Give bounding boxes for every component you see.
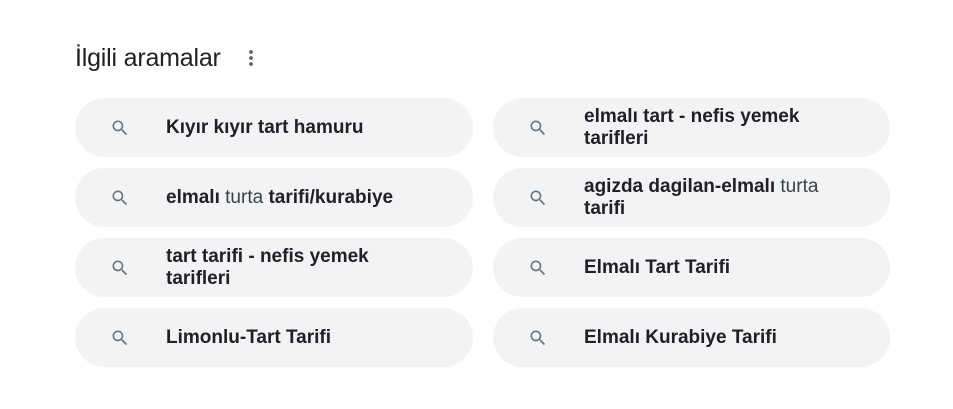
label-bold-text: elmalı <box>166 186 226 208</box>
related-search-chip[interactable]: Elmalı Tart Tarifi <box>493 238 890 297</box>
label-bold-text: tarifi <box>584 197 626 219</box>
related-searches-section: İlgili aramalar Kıyır kıyır tart hamuru e… <box>0 0 953 409</box>
search-icon <box>110 258 130 278</box>
search-icon <box>528 118 548 138</box>
related-search-chip[interactable]: agizda dagilan-elmalı turta tarifi <box>493 168 890 227</box>
related-search-label: agizda dagilan-elmalı turta tarifi <box>584 176 890 220</box>
search-icon <box>110 188 130 208</box>
label-bold-text: elmalı tart - nefis yemek tarifleri <box>584 105 800 149</box>
search-icon <box>528 328 548 348</box>
label-bold-text: Elmalı Tart Tarifi <box>584 256 731 278</box>
related-search-chip[interactable]: Elmalı Kurabiye Tarifi <box>493 308 890 367</box>
related-search-chip[interactable]: Limonlu-Tart Tarifi <box>75 308 473 367</box>
label-plain-text: turta <box>780 175 819 197</box>
label-bold-text: tarifi/kurabiye <box>268 186 394 208</box>
related-search-label: Limonlu-Tart Tarifi <box>166 327 371 349</box>
label-bold-text: tart tarifi - nefis yemek tarifleri <box>166 245 369 289</box>
related-search-chip[interactable]: elmalı tart - nefis yemek tarifleri <box>493 98 890 157</box>
label-bold-text: agizda dagilan-elmalı <box>584 175 781 197</box>
label-bold-text: Elmalı Kurabiye Tarifi <box>584 326 777 348</box>
related-search-label: elmalı tart - nefis yemek tarifleri <box>584 106 890 150</box>
label-plain-text: turta <box>225 186 269 208</box>
related-search-label: Elmalı Tart Tarifi <box>584 257 770 279</box>
search-icon <box>528 258 548 278</box>
related-search-chip[interactable]: Kıyır kıyır tart hamuru <box>75 98 473 157</box>
related-searches-header: İlgili aramalar <box>75 40 262 76</box>
related-search-chip[interactable]: tart tarifi - nefis yemek tarifleri <box>75 238 473 297</box>
label-bold-text: Kıyır kıyır tart hamuru <box>166 116 364 138</box>
search-icon <box>110 328 130 348</box>
more-vert-icon[interactable] <box>240 43 262 73</box>
search-icon <box>528 188 548 208</box>
related-search-label: Kıyır kıyır tart hamuru <box>166 117 403 139</box>
related-search-label: tart tarifi - nefis yemek tarifleri <box>166 246 473 290</box>
search-icon <box>110 118 130 138</box>
section-title: İlgili aramalar <box>75 43 221 72</box>
label-bold-text: Limonlu-Tart Tarifi <box>166 326 332 348</box>
related-search-label: elmalı turta tarifi/kurabiye <box>166 187 433 209</box>
related-search-chip[interactable]: elmalı turta tarifi/kurabiye <box>75 168 473 227</box>
related-searches-grid: Kıyır kıyır tart hamuru elmalı tart - nef… <box>75 98 890 367</box>
related-search-label: Elmalı Kurabiye Tarifi <box>584 327 817 349</box>
